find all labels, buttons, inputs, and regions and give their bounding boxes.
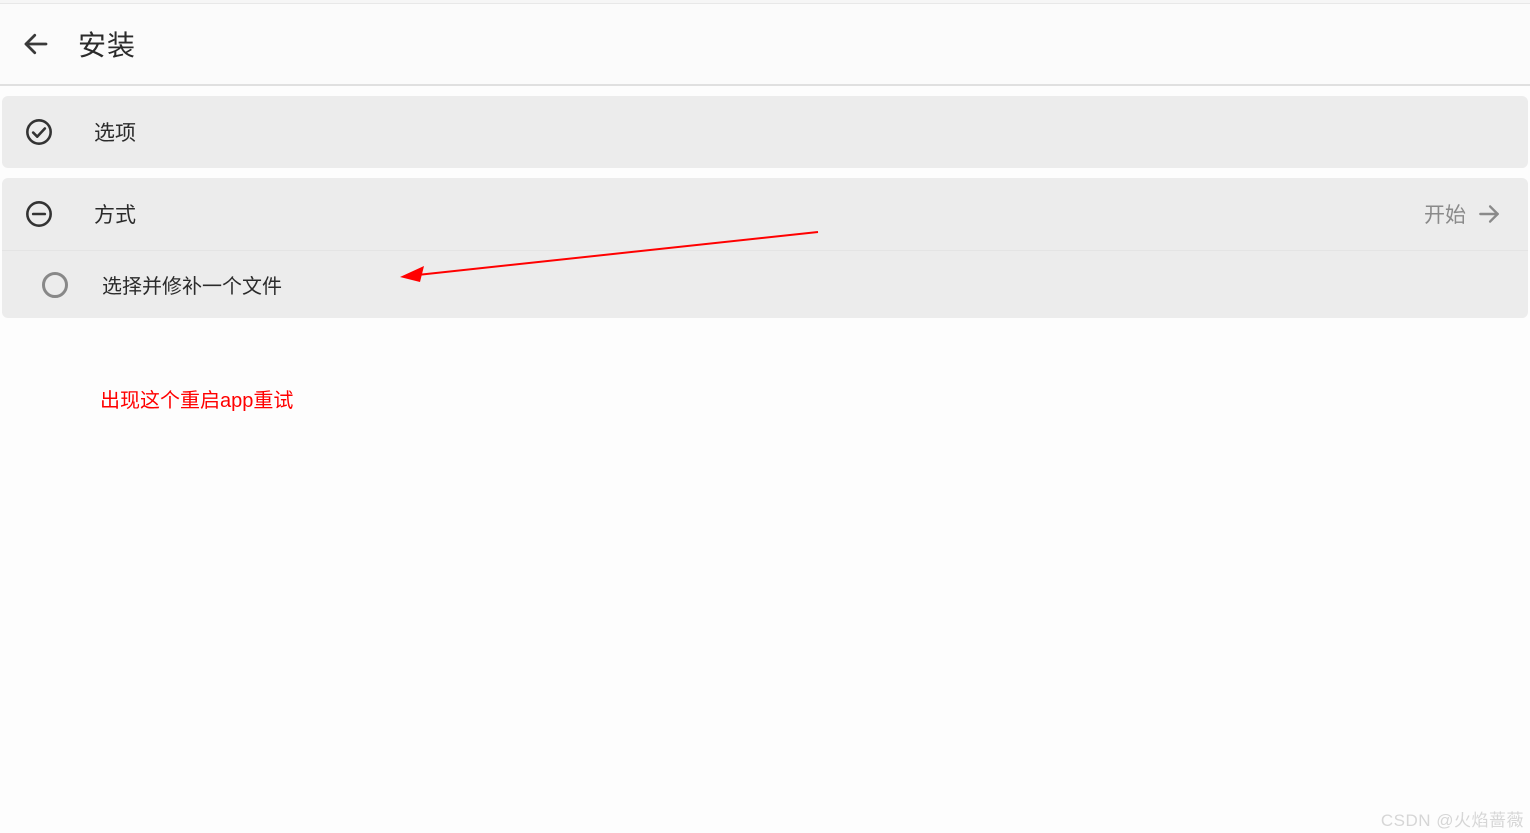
arrow-right-icon xyxy=(1476,201,1502,227)
minus-circle-icon xyxy=(24,199,54,229)
method-card: 方式 开始 选择并修补一个文件 xyxy=(2,178,1528,318)
radio-unchecked-icon xyxy=(42,272,68,298)
start-button[interactable]: 开始 xyxy=(1424,199,1502,229)
options-row[interactable]: 选项 xyxy=(2,96,1528,168)
check-circle-icon xyxy=(24,117,54,147)
options-label: 选项 xyxy=(94,117,136,147)
arrow-left-icon xyxy=(21,29,51,59)
gap xyxy=(0,86,1530,96)
annotation-text: 出现这个重启app重试 xyxy=(100,384,293,413)
method-label: 方式 xyxy=(94,199,136,229)
gap xyxy=(0,168,1530,178)
start-label: 开始 xyxy=(1424,199,1466,229)
method-row[interactable]: 方式 开始 xyxy=(2,178,1528,250)
titlebar: 安装 xyxy=(0,4,1530,86)
method-option-label: 选择并修补一个文件 xyxy=(102,270,282,299)
page-root: 安装 选项 方式 开始 xyxy=(0,0,1530,833)
back-button[interactable] xyxy=(14,22,58,66)
watermark: CSDN @火焰蔷薇 xyxy=(1381,806,1524,831)
options-card[interactable]: 选项 xyxy=(2,96,1528,168)
method-option-row[interactable]: 选择并修补一个文件 xyxy=(2,250,1528,318)
page-title: 安装 xyxy=(78,24,136,64)
